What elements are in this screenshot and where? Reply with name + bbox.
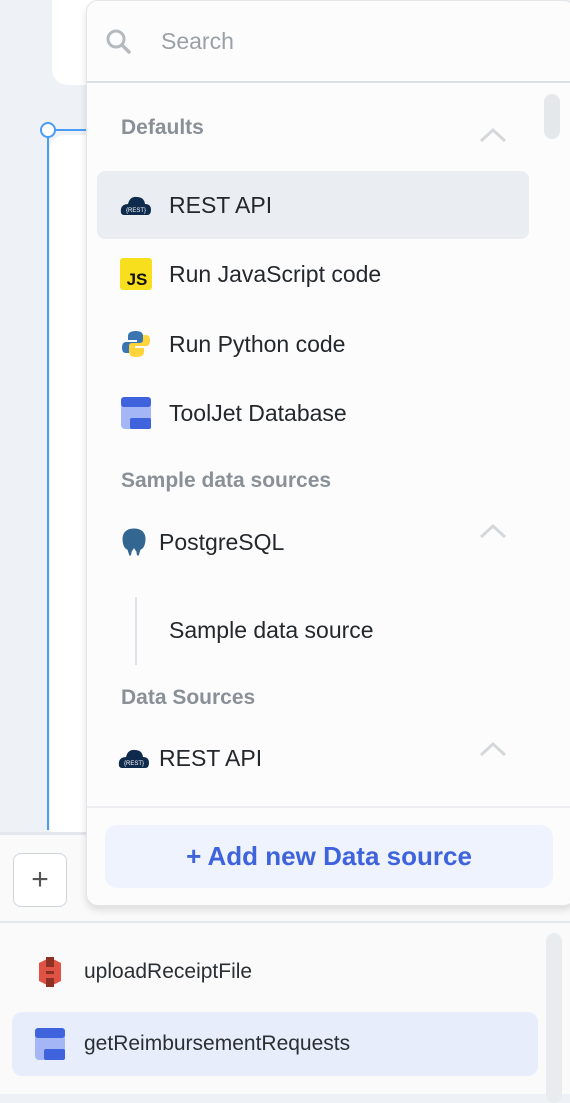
search-icon <box>105 28 131 54</box>
tooljet-database-icon <box>34 1028 66 1060</box>
rest-cloud-icon: {REST} <box>117 747 151 769</box>
datasource-item-python[interactable]: Run Python code <box>97 310 529 378</box>
item-label: PostgreSQL <box>159 528 285 555</box>
tree-line <box>135 597 137 665</box>
chevron-up-icon[interactable] <box>479 127 507 143</box>
datasource-item-sample[interactable]: Sample data source <box>147 596 527 664</box>
resize-handle[interactable] <box>40 122 56 138</box>
python-icon <box>119 329 153 359</box>
item-label: Run JavaScript code <box>169 260 382 287</box>
javascript-icon: JS <box>119 258 153 290</box>
svg-text:{REST}: {REST} <box>124 761 144 767</box>
datasource-item-rest-api-2[interactable]: {REST} REST API <box>91 724 523 792</box>
chevron-up-icon[interactable] <box>479 523 507 539</box>
chevron-up-icon[interactable] <box>479 741 507 757</box>
datasource-item-postgresql[interactable]: PostgreSQL <box>91 508 523 576</box>
search-input[interactable] <box>161 27 511 55</box>
search-bar <box>87 1 570 83</box>
item-label: REST API <box>159 744 263 771</box>
scrollbar[interactable] <box>544 94 560 139</box>
item-label: Run Python code <box>169 330 346 357</box>
section-header-datasources: Data Sources <box>121 686 256 709</box>
item-label: Sample data source <box>169 616 374 643</box>
aws-s3-icon <box>34 955 66 989</box>
query-label: uploadReceiptFile <box>84 960 253 983</box>
query-label: getReimbursementRequests <box>84 1032 351 1055</box>
rest-cloud-icon: {REST} <box>119 194 153 216</box>
divider <box>0 921 570 923</box>
item-label: ToolJet Database <box>169 399 347 426</box>
datasource-item-tooljet-database[interactable]: ToolJet Database <box>97 379 529 447</box>
divider <box>87 806 570 808</box>
postgresql-icon <box>117 526 151 558</box>
query-item-selected[interactable]: getReimbursementRequests <box>12 1012 538 1076</box>
scrollbar[interactable] <box>546 933 562 1103</box>
tooljet-database-icon <box>119 397 153 429</box>
selection-line <box>47 130 49 830</box>
add-datasource-button[interactable]: + Add new Data source <box>105 825 553 888</box>
datasource-item-javascript[interactable]: JS Run JavaScript code <box>97 240 529 308</box>
section-header-defaults: Defaults <box>121 116 204 139</box>
query-item[interactable]: uploadReceiptFile <box>12 940 538 1004</box>
section-header-sample: Sample data sources <box>121 469 332 492</box>
item-label: REST API <box>169 191 273 218</box>
add-query-button[interactable]: + <box>13 853 67 907</box>
svg-text:{REST}: {REST} <box>126 208 146 214</box>
datasource-dropdown: Defaults {REST} REST API JS Run JavaScri… <box>86 0 570 906</box>
datasource-item-rest-api[interactable]: {REST} REST API <box>97 171 529 239</box>
svg-text:JS: JS <box>127 270 148 289</box>
